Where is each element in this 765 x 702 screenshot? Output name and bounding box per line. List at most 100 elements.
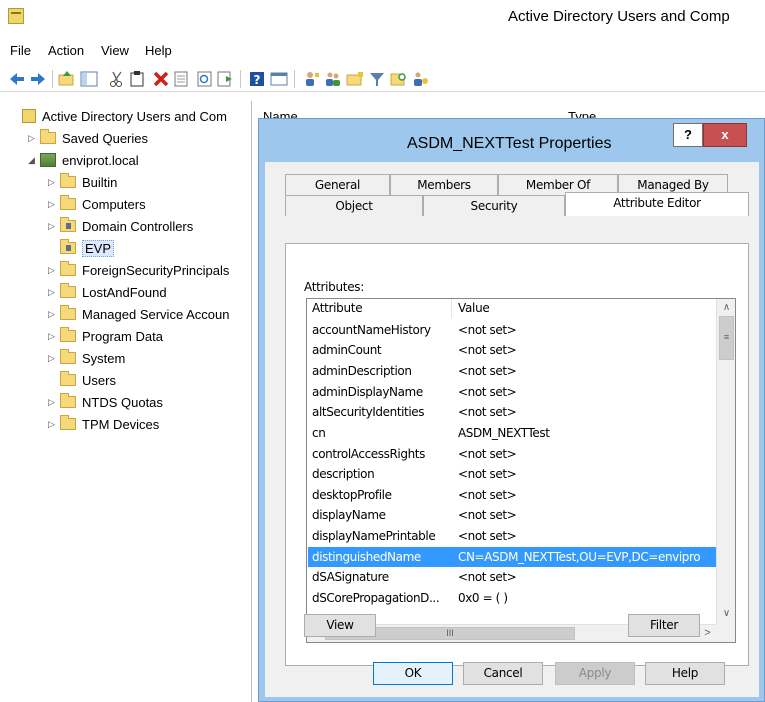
expand-arrow-icon[interactable]: ▷ — [48, 199, 60, 210]
column-header-attribute[interactable]: Attribute — [312, 299, 363, 318]
properties-icon[interactable] — [172, 70, 190, 88]
attribute-row[interactable]: displayNamePrintable <not set> — [308, 526, 716, 546]
menu-help[interactable]: Help — [145, 43, 172, 58]
tree-item-foreign-security-principals[interactable]: ▷ ForeignSecurityPrincipals — [48, 259, 229, 281]
dialog-body: General Members Member Of Managed By Obj… — [265, 162, 759, 697]
scroll-up-arrow-icon[interactable]: ∧ — [717, 299, 735, 316]
tree-item-computers[interactable]: ▷ Computers — [48, 193, 146, 215]
tab-object[interactable]: Object — [285, 195, 423, 216]
expand-arrow-icon[interactable]: ▷ — [48, 353, 60, 364]
scroll-right-arrow-icon[interactable]: > — [699, 625, 716, 642]
menu-action[interactable]: Action — [48, 43, 84, 58]
tree-item-users[interactable]: Users — [48, 369, 116, 391]
dialog-help-button[interactable]: ? — [673, 123, 703, 147]
tree-item-ntds-quotas[interactable]: ▷ NTDS Quotas — [48, 391, 163, 413]
tree-root-label: Active Directory Users and Com — [42, 108, 227, 124]
folder-icon — [60, 393, 76, 408]
attribute-row[interactable]: description <not set> — [308, 464, 716, 484]
expand-arrow-icon[interactable]: ▷ — [48, 309, 60, 320]
scroll-down-arrow-icon[interactable]: ∨ — [717, 605, 735, 622]
expand-arrow-icon[interactable]: ▷ — [48, 265, 60, 276]
apply-button[interactable]: Apply — [555, 662, 635, 685]
delete-icon[interactable] — [152, 70, 170, 88]
column-divider[interactable] — [451, 299, 452, 318]
tab-security[interactable]: Security — [423, 195, 565, 216]
tree-item-builtin[interactable]: ▷ Builtin — [48, 171, 117, 193]
folder-icon — [60, 415, 76, 430]
cut-icon[interactable] — [108, 70, 126, 88]
vertical-scroll-thumb[interactable]: ≡ — [719, 316, 734, 360]
attribute-row[interactable]: adminDescription <not set> — [308, 361, 716, 381]
show-tree-icon[interactable] — [80, 70, 98, 88]
forward-icon[interactable] — [29, 70, 47, 88]
add-user-icon[interactable] — [302, 70, 320, 88]
tree-item-label: Builtin — [82, 174, 118, 190]
tree-item-program-data[interactable]: ▷ Program Data — [48, 325, 163, 347]
view-button[interactable]: View — [304, 614, 376, 637]
tree-item-tpm-devices[interactable]: ▷ TPM Devices — [48, 413, 159, 435]
help-button[interactable]: Help — [645, 662, 725, 685]
folder-icon — [60, 371, 76, 386]
attribute-row[interactable]: adminCount <not set> — [308, 340, 716, 360]
tree-item-managed-service-accounts[interactable]: ▷ Managed Service Accoun — [48, 303, 229, 325]
delegate-icon[interactable] — [412, 70, 430, 88]
expand-arrow-icon[interactable]: ▷ — [48, 331, 60, 342]
attribute-row[interactable]: controlAccessRights <not set> — [308, 444, 716, 464]
tree-item-saved-queries[interactable]: ▷ Saved Queries — [28, 127, 148, 149]
copy-icon[interactable] — [128, 70, 146, 88]
attribute-row[interactable]: cn ASDM_NEXTTest — [308, 423, 716, 443]
attribute-row[interactable]: dSCorePropagationD... 0x0 = ( ) — [308, 588, 716, 608]
vertical-scrollbar[interactable]: ∧ ≡ ∨ — [716, 299, 735, 624]
folder-icon — [60, 195, 76, 210]
ok-button[interactable]: OK — [373, 662, 453, 685]
filter-icon[interactable] — [368, 70, 386, 88]
tab-general[interactable]: General — [285, 174, 390, 195]
tree-item-evp[interactable]: EVP — [48, 237, 115, 259]
tab-attribute-editor[interactable]: Attribute Editor — [565, 192, 749, 216]
help-icon[interactable]: ? — [248, 70, 266, 88]
tree-item-label: ForeignSecurityPrincipals — [82, 262, 230, 278]
folder-icon — [60, 261, 76, 276]
tab-members[interactable]: Members — [390, 174, 498, 195]
filter-button[interactable]: Filter — [628, 614, 700, 637]
find-icon[interactable] — [390, 70, 408, 88]
tree-item-domain[interactable]: ◢ enviprot.local — [28, 149, 139, 171]
up-folder-icon[interactable] — [58, 70, 76, 88]
menu-view[interactable]: View — [101, 43, 129, 58]
attribute-row[interactable]: adminDisplayName <not set> — [308, 382, 716, 402]
toolbar-separator — [240, 70, 241, 88]
attribute-row-selected[interactable]: distinguishedName CN=ASDM_NEXTTest,OU=EVP… — [308, 547, 716, 567]
collapse-arrow-icon[interactable]: ◢ — [28, 155, 40, 166]
attribute-row[interactable]: dSASignature <not set> — [308, 567, 716, 587]
back-icon[interactable] — [8, 70, 26, 88]
expand-arrow-icon[interactable]: ▷ — [28, 133, 40, 144]
console-tree: Active Directory Users and Com ▷ Saved Q… — [16, 101, 252, 702]
expand-arrow-icon[interactable]: ▷ — [48, 287, 60, 298]
attribute-row[interactable]: desktopProfile <not set> — [308, 485, 716, 505]
tree-item-lost-and-found[interactable]: ▷ LostAndFound — [48, 281, 167, 303]
console-icon[interactable] — [270, 70, 288, 88]
dialog-title-bar[interactable]: ASDM_NEXTTest Properties ? x — [259, 119, 764, 162]
expand-arrow-icon[interactable]: ▷ — [48, 221, 60, 232]
refresh-icon[interactable] — [196, 70, 214, 88]
tree-item-label: Users — [82, 372, 116, 388]
properties-dialog: ASDM_NEXTTest Properties ? x General Mem… — [258, 118, 765, 702]
column-header-value[interactable]: Value — [458, 299, 490, 318]
attribute-row[interactable]: displayName <not set> — [308, 505, 716, 525]
attribute-row[interactable]: altSecurityIdentities <not set> — [308, 402, 716, 422]
menu-file[interactable]: File — [10, 43, 31, 58]
dialog-close-button[interactable]: x — [703, 123, 747, 147]
cancel-button[interactable]: Cancel — [463, 662, 543, 685]
tree-item-label: Saved Queries — [62, 130, 148, 146]
tree-root[interactable]: Active Directory Users and Com — [22, 105, 227, 127]
expand-arrow-icon[interactable]: ▷ — [48, 177, 60, 188]
tree-item-domain-controllers[interactable]: ▷ Domain Controllers — [48, 215, 193, 237]
add-group-icon[interactable] — [324, 70, 342, 88]
export-list-icon[interactable] — [216, 70, 234, 88]
expand-arrow-icon[interactable]: ▷ — [48, 397, 60, 408]
ou-folder-icon — [60, 239, 76, 254]
tree-item-system[interactable]: ▷ System — [48, 347, 125, 369]
attribute-row[interactable]: accountNameHistory <not set> — [308, 320, 716, 340]
expand-arrow-icon[interactable]: ▷ — [48, 419, 60, 430]
add-ou-icon[interactable] — [346, 70, 364, 88]
